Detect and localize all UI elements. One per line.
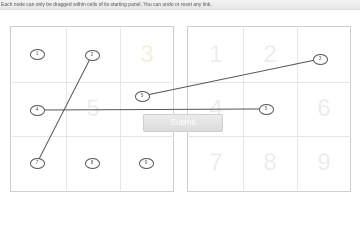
- left-node-2[interactable]: 2: [84, 49, 100, 61]
- cell-digit: 8: [263, 149, 277, 176]
- cell-digit: 1: [209, 41, 223, 68]
- left-node-9[interactable]: 9: [138, 157, 154, 169]
- right-cell-9[interactable]: 9: [297, 136, 351, 190]
- right-node-3[interactable]: 3: [312, 53, 328, 65]
- right-cell-8[interactable]: 8: [243, 136, 297, 190]
- cell-digit: 3: [140, 41, 154, 68]
- left-node-1[interactable]: 1: [29, 48, 45, 60]
- cell-digit: 7: [209, 149, 223, 176]
- left-node-5[interactable]: 5: [134, 90, 150, 102]
- left-cell-3[interactable]: 3: [120, 28, 174, 82]
- left-node-7[interactable]: 7: [29, 157, 45, 169]
- right-node-5[interactable]: 5: [258, 103, 274, 115]
- right-cell-7[interactable]: 7: [189, 136, 243, 190]
- cell-digit: 6: [317, 95, 331, 122]
- right-cell-1[interactable]: 1: [189, 28, 243, 82]
- cell-digit: 2: [263, 41, 277, 68]
- instruction-text: Each node can only be dragged within cel…: [0, 0, 360, 10]
- right-cell-2[interactable]: 2: [243, 28, 297, 82]
- cell-digit: 9: [317, 149, 331, 176]
- submit-button[interactable]: Submit: [143, 114, 223, 132]
- left-node-8[interactable]: 8: [84, 157, 100, 169]
- right-cell-6[interactable]: 6: [297, 82, 351, 136]
- cell-digit: 5: [86, 95, 100, 122]
- left-node-4[interactable]: 4: [29, 104, 45, 116]
- left-cell-5[interactable]: 5: [66, 82, 120, 136]
